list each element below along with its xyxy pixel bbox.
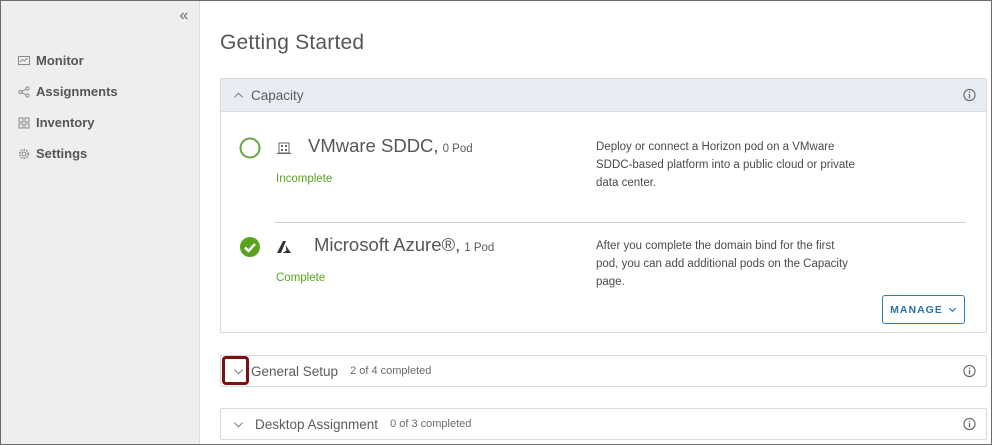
info-icon[interactable] — [963, 417, 976, 431]
desktop-assignment-progress: 0 of 3 completed — [390, 418, 472, 430]
incomplete-status-icon — [239, 137, 261, 159]
pod-count: 1 Pod — [464, 242, 495, 254]
desktop-assignment-panel: Desktop Assignment 0 of 3 completed — [220, 408, 987, 440]
general-setup-panel: General Setup 2 of 4 completed — [220, 355, 987, 387]
platform-status: Complete — [276, 272, 326, 284]
sidebar-item-label: Assignments — [36, 84, 118, 99]
gear-icon — [18, 148, 30, 160]
azure-icon — [276, 239, 292, 255]
capacity-title: Capacity — [251, 87, 304, 103]
sidebar-item-inventory[interactable]: Inventory — [1, 107, 200, 138]
info-icon[interactable] — [963, 88, 976, 102]
general-setup-progress: 2 of 4 completed — [350, 365, 432, 377]
chevron-down-icon[interactable] — [231, 417, 245, 431]
info-icon[interactable] — [963, 364, 976, 378]
sidebar-nav: Monitor Assignments Inventory Settings — [1, 45, 200, 169]
sidebar-item-assignments[interactable]: Assignments — [1, 76, 200, 107]
platform-name-text: VMware SDDC, — [308, 135, 439, 156]
sidebar-item-label: Monitor — [36, 53, 84, 68]
collapse-sidebar-button[interactable]: « — [175, 7, 193, 25]
capacity-panel: Capacity VMware SDDC, 0 Pod Incomplete De… — [220, 78, 987, 333]
general-setup-header[interactable]: General Setup 2 of 4 completed — [221, 356, 986, 386]
sidebar-item-label: Settings — [36, 146, 88, 161]
platform-name: Microsoft Azure®, 1 Pod — [314, 234, 494, 256]
pod-count: 0 Pod — [442, 143, 473, 155]
platform-description: Deploy or connect a Horizon pod on a VMw… — [596, 141, 855, 189]
complete-check-icon — [239, 236, 261, 258]
monitor-icon — [18, 55, 30, 67]
sidebar: « Monitor Assignments Inventory Settings — [1, 1, 200, 444]
chevron-down-icon — [948, 307, 956, 313]
share-icon — [18, 85, 30, 98]
grid-icon — [18, 117, 30, 129]
platform-name-text: Microsoft Azure®, — [314, 234, 461, 255]
manage-button[interactable]: MANAGE — [882, 295, 965, 324]
general-setup-title: General Setup — [251, 363, 339, 379]
platform-status: Incomplete — [276, 173, 333, 185]
chevron-up-icon[interactable] — [231, 88, 245, 102]
building-icon — [276, 140, 292, 156]
manage-label: MANAGE — [890, 303, 943, 316]
desktop-assignment-header[interactable]: Desktop Assignment 0 of 3 completed — [221, 409, 986, 439]
platform-name: VMware SDDC, 0 Pod — [308, 135, 473, 157]
sidebar-item-settings[interactable]: Settings — [1, 138, 200, 169]
chevron-down-icon[interactable] — [231, 364, 245, 378]
page-title: Getting Started — [220, 31, 365, 54]
main-content: Getting Started Capacity VMware SDDC, 0 … — [201, 1, 991, 444]
sidebar-item-monitor[interactable]: Monitor — [1, 45, 200, 76]
sidebar-item-label: Inventory — [36, 115, 95, 130]
app-window: « Monitor Assignments Inventory Settings… — [0, 0, 992, 445]
desktop-assignment-title: Desktop Assignment — [255, 416, 379, 432]
capacity-header[interactable]: Capacity — [221, 79, 986, 112]
platform-description: After you complete the domain bind for t… — [596, 240, 848, 288]
divider — [275, 222, 966, 223]
